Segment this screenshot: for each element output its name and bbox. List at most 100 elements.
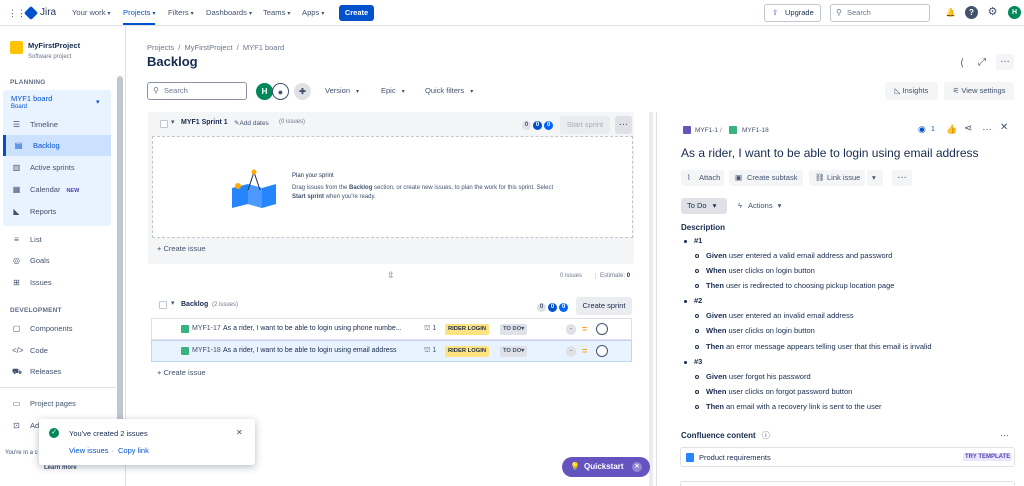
drag-handle-icon[interactable]: ⇳ [387,270,395,281]
app-switcher-icon[interactable]: ⋮⋮ [8,8,26,18]
info-icon[interactable]: ⓘ [762,431,770,440]
status-dropdown[interactable]: TO DO▾ [500,324,528,335]
estimate-badge[interactable]: - [566,324,576,335]
issue-key[interactable]: MYF1-18 [192,341,221,361]
notifications-icon[interactable]: 🔔 [944,6,957,19]
view-issues-link[interactable]: View issues [69,446,108,455]
user-avatar[interactable]: H [1008,6,1021,19]
project-avatar[interactable] [10,41,23,54]
copy-link-link[interactable]: Copy link [118,446,149,455]
sprint-more-button[interactable]: … [615,116,632,134]
issue-summary[interactable]: As a rider, I want to be able to login u… [223,319,402,339]
parent-key[interactable]: MYF1-1 [695,127,718,134]
nav-apps[interactable]: Apps ▾ [302,0,324,26]
chevron-down-icon[interactable]: ▾ [171,299,175,307]
quick-filters[interactable]: Quick filters ▾ [425,82,473,100]
watch-icon[interactable]: ◉ [918,124,926,135]
share-icon[interactable]: ⟨ [960,58,964,69]
create-button[interactable]: Create [339,5,374,21]
issue-key[interactable]: MYF1-18 [742,127,769,134]
sidebar-item-code[interactable]: </> Code [0,340,111,361]
nav-your-work[interactable]: Your work ▾ [72,0,111,26]
epic-label[interactable]: RIDER LOGIN [445,324,490,335]
sprint-checkbox[interactable] [160,120,168,128]
confluence-more-icon[interactable]: … [1000,428,1009,438]
issue-summary[interactable]: As a rider, I want to be able to login u… [223,341,397,361]
like-icon[interactable]: 👍 [946,124,957,135]
assignee-avatar[interactable] [596,323,608,335]
nav-filters[interactable]: Filters ▾ [168,0,194,26]
sidebar-item-backlog[interactable]: ▤ Backlog [3,135,111,156]
more-actions-button[interactable]: … [892,170,912,186]
breadcrumb-project[interactable]: MyFirstProject [185,43,233,52]
sidebar-item-reports[interactable]: ◣ Reports [0,201,111,222]
insights-button[interactable]: ◺ Insights [885,82,938,100]
estimate-badge[interactable]: - [566,346,576,357]
try-template-badge[interactable]: TRY TEMPLATE [963,453,1013,461]
sidebar-item-components[interactable]: ▢ Components [0,318,111,339]
start-sprint-button[interactable]: Start sprint [560,116,610,134]
issue-title[interactable]: As a rider, I want to be able to login u… [681,146,979,160]
view-settings-button[interactable]: ⚟ View settings [944,82,1014,100]
main-scrollbar[interactable] [649,112,653,486]
sidebar-item-calendar[interactable]: ▦ Calendar NEW [0,179,111,200]
status-dropdown[interactable]: To Do ▾ [681,198,727,214]
assignee-avatar[interactable] [596,345,608,357]
create-subtask-button[interactable]: ▣ Create subtask [729,170,803,186]
backlog-search-input[interactable]: ⚲ Search [147,82,247,100]
unassigned-avatar[interactable]: ● [272,83,289,100]
backlog-create-issue-button[interactable]: + Create issue [157,368,206,377]
sidebar-item-issues[interactable]: ⊞ Issues [0,272,111,293]
project-name[interactable]: MyFirstProject [28,41,80,50]
chevron-down-icon[interactable]: ▾ [171,118,175,126]
nav-dashboards[interactable]: Dashboards ▾ [206,0,252,26]
sprint-create-issue-button[interactable]: + Create issue [157,244,206,253]
status-dropdown[interactable]: TO DO▾ [500,346,528,357]
actions-dropdown[interactable]: ϟ Actions ▾ [733,198,791,214]
add-dates-button[interactable]: ✎Add dates [234,119,269,127]
learn-more-link[interactable]: Learn more [44,465,77,471]
chevron-down-icon[interactable]: ▾ [96,98,100,106]
sidebar-item-list[interactable]: ≡ List [0,229,111,250]
add-people-icon[interactable]: ✚ [294,83,311,100]
link-issue-button[interactable]: ⛓ Link issue [809,170,865,186]
epic-filter[interactable]: Epic ▾ [381,82,405,100]
close-icon[interactable]: ✕ [632,462,642,472]
create-sprint-button[interactable]: Create sprint [576,297,632,315]
quickstart-button[interactable]: 💡 Quickstart ✕ [562,457,650,477]
jira-logo-icon[interactable] [23,5,39,21]
sidebar-item-releases[interactable]: ⛟ Releases [0,361,111,382]
breadcrumb-board[interactable]: MYF1 board [243,43,284,52]
more-icon[interactable]: … [982,122,992,133]
backlog-name[interactable]: Backlog [181,301,208,308]
version-filter[interactable]: Version ▾ [325,82,359,100]
attach-button[interactable]: ⌇ Attach [681,170,724,186]
sprint-name[interactable]: MYF1 Sprint 1 [181,119,228,126]
epic-label[interactable]: RIDER LOGIN [445,346,490,357]
table-row[interactable]: MYF1-18 As a rider, I want to be able to… [151,340,632,362]
table-row[interactable]: MYF1-17 As a rider, I want to be able to… [151,318,632,340]
nav-projects[interactable]: Projects ▾ [123,0,156,25]
link-issue-dropdown[interactable]: ▾ [867,170,883,186]
fullscreen-icon[interactable]: ⤢ [978,57,986,68]
backlog-checkbox[interactable] [159,301,167,309]
sidebar-scrollbar[interactable] [117,76,123,446]
close-icon[interactable]: ✕ [236,428,243,437]
settings-icon[interactable]: ⚙ [986,6,999,19]
sidebar-item-timeline[interactable]: ☰ Timeline [0,114,111,135]
more-icon[interactable]: … [996,54,1014,70]
issue-key[interactable]: MYF1-17 [192,319,221,339]
nav-teams[interactable]: Teams ▾ [263,0,290,26]
close-icon[interactable]: ✕ [1000,122,1008,133]
sidebar-item-active-sprints[interactable]: ▥ Active sprints [0,157,111,178]
sidebar-item-goals[interactable]: ◎ Goals [0,250,111,271]
help-icon[interactable]: ? [965,6,978,19]
upgrade-button[interactable]: ⇧ Upgrade [764,4,821,22]
board-selector[interactable]: MYF1 board [11,94,52,103]
confluence-item[interactable]: Product requirements TRY TEMPLATE [680,447,1015,467]
assignee-avatar[interactable]: H [256,83,273,100]
jira-brand[interactable]: Jira [40,0,56,26]
breadcrumb-projects[interactable]: Projects [147,43,174,52]
sidebar-item-project-pages[interactable]: ▭ Project pages [0,393,111,414]
search-input[interactable]: ⚲ Search [830,4,930,22]
